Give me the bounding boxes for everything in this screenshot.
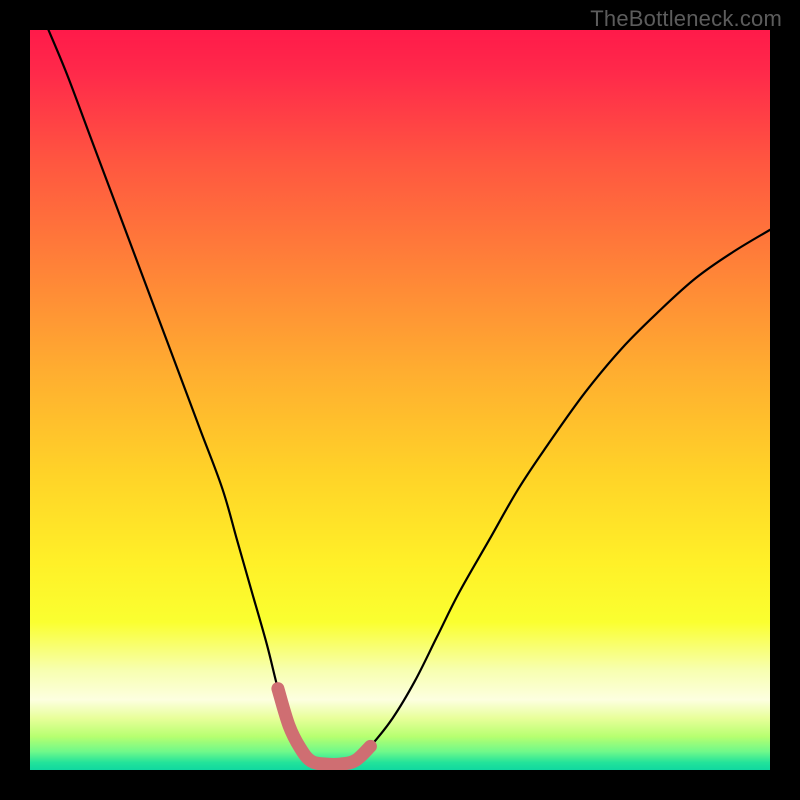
curve-layer (30, 30, 770, 770)
bottleneck-curve (49, 30, 771, 765)
bottleneck-curve-optimum-highlight (278, 689, 371, 765)
watermark-text: TheBottleneck.com (590, 6, 782, 32)
plot-area (30, 30, 770, 770)
